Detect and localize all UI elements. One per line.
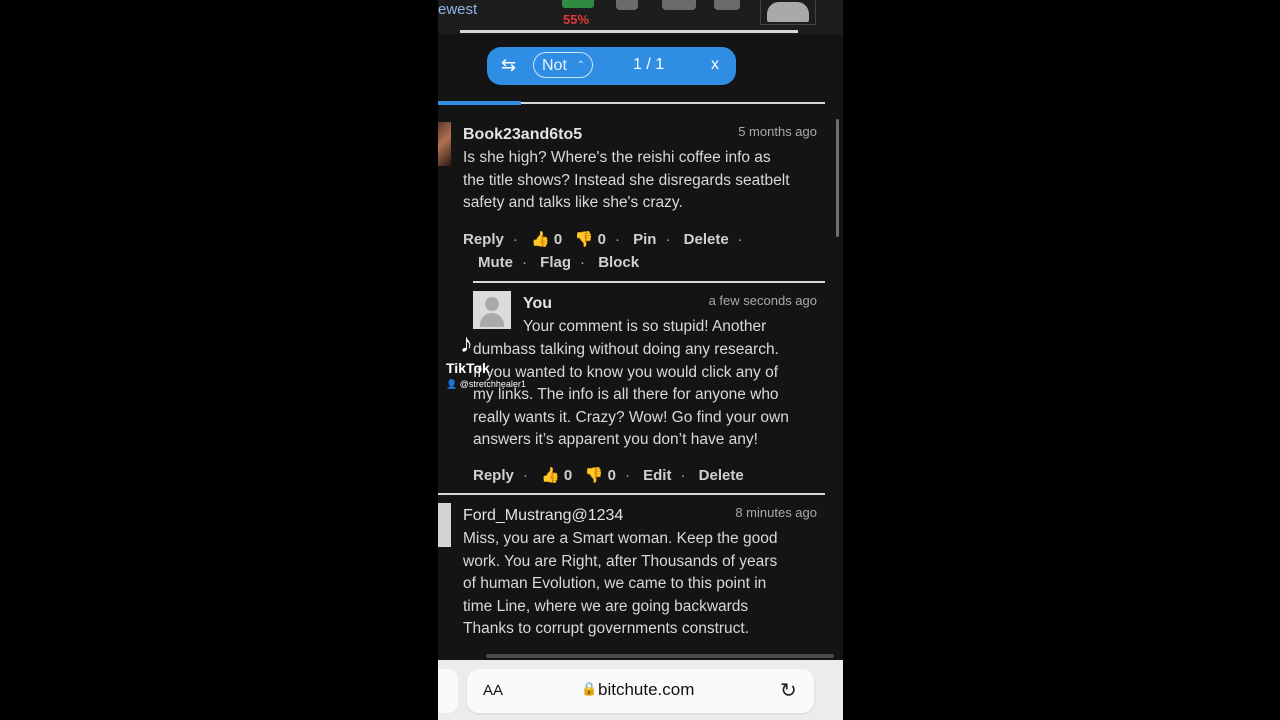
tab-active-indicator: [438, 101, 521, 105]
battery-icon: [562, 0, 594, 8]
phone-screen: 55% ewest ⇆ Not ⌃ 1 / 1 x Book23and6to5 …: [438, 0, 843, 720]
find-close-button[interactable]: x: [711, 56, 719, 74]
comment-author[interactable]: You: [523, 295, 552, 313]
comment-line: dumbass talking without doing any resear…: [473, 341, 779, 358]
bell-icon[interactable]: [714, 0, 740, 10]
avatar[interactable]: [473, 291, 511, 329]
user-icon: 👤: [446, 379, 458, 389]
tiktok-logo-icon: ♪: [460, 328, 473, 358]
comment-time: a few seconds ago: [708, 293, 817, 308]
like-button[interactable]: 👍 0: [531, 230, 562, 248]
tab-newest[interactable]: ewest: [438, 1, 477, 18]
dislike-button[interactable]: 👎 0: [585, 466, 616, 484]
mute-button[interactable]: Mute: [478, 254, 513, 271]
comment-text: Is she high? Where's the reishi coffee i…: [463, 147, 790, 215]
find-navigation-icon[interactable]: ⇆: [501, 55, 516, 76]
text-size-button[interactable]: AA: [483, 682, 503, 699]
comment-actions: Reply · 👍 0 👎 0 · Pin · Delete ·: [463, 230, 743, 248]
dislike-button[interactable]: 👎 0: [575, 230, 606, 248]
delete-button[interactable]: Delete: [699, 467, 744, 484]
scrollbar[interactable]: [836, 119, 839, 237]
comment-line: the title shows? Instead she disregards …: [463, 171, 790, 189]
find-search-field[interactable]: Not ⌃: [533, 52, 593, 78]
like-count: 0: [563, 467, 573, 484]
comment-author[interactable]: Ford_Mustrang@1234: [463, 507, 623, 525]
block-button[interactable]: Block: [598, 254, 639, 271]
lock-icon: 🔒: [581, 681, 598, 696]
avatar-head-icon: [485, 297, 499, 311]
avatar[interactable]: [438, 503, 451, 547]
comment-text: Miss, you are a Smart woman. Keep the go…: [463, 528, 777, 641]
comment-actions: Reply · 👍 0 👎 0 · Edit · Delete: [473, 466, 744, 484]
comment-line: Miss, you are a Smart woman. Keep the go…: [463, 530, 778, 547]
battery-percent: 55%: [563, 12, 590, 27]
pin-button[interactable]: Pin: [633, 231, 656, 248]
avatar-body-icon: [480, 313, 504, 327]
chevron-up-down-icon: ⌃: [576, 60, 585, 71]
find-in-page-bar: ⇆ Not ⌃ 1 / 1 x: [487, 47, 736, 85]
like-count: 0: [553, 231, 563, 248]
comment-line: really wants it. Crazy? Wow! Go find you…: [473, 408, 789, 426]
notification-icon[interactable]: [616, 0, 638, 10]
dislike-count: 0: [607, 467, 616, 484]
avatar[interactable]: [438, 122, 451, 166]
thumbs-up-icon: 👍: [541, 467, 560, 484]
reply-divider: [473, 281, 825, 283]
tiktok-username-text: @stretchhealer1: [459, 379, 526, 389]
thumbs-up-icon: 👍: [531, 231, 550, 248]
tiktok-username: 👤 @stretchhealer1: [446, 379, 526, 390]
dislike-count: 0: [597, 231, 606, 248]
find-match-count: 1 / 1: [633, 56, 665, 73]
reload-icon[interactable]: ↻: [780, 678, 797, 703]
divider: [460, 30, 798, 33]
edit-button[interactable]: Edit: [643, 467, 671, 484]
flag-button[interactable]: Flag: [540, 254, 571, 271]
comment-line: safety and talks like she's crazy.: [463, 194, 683, 212]
comment-divider: [438, 493, 825, 495]
upload-icon[interactable]: [662, 0, 696, 10]
delete-button[interactable]: Delete: [684, 231, 729, 248]
url-text[interactable]: bitchute.com: [598, 680, 694, 700]
comment-author[interactable]: Book23and6to5: [463, 126, 582, 144]
comment-line: of human Evolution, we came to this poin…: [463, 575, 767, 593]
browser-toolbar: AA 🔒 bitchute.com ↻: [438, 660, 843, 720]
comment-line: Is she high? Where's the reishi coffee i…: [463, 149, 771, 166]
like-button[interactable]: 👍 0: [541, 466, 572, 484]
find-search-term: Not: [542, 57, 567, 74]
reply-button[interactable]: Reply: [473, 467, 514, 484]
comment-text: Your comment is so stupid! Another: [523, 316, 766, 339]
profile-avatar-icon: [767, 2, 809, 22]
comment-line: Your comment is so stupid! Another: [523, 318, 767, 335]
sheet-drag-handle[interactable]: [486, 654, 834, 658]
comment-time: 5 months ago: [738, 124, 817, 139]
thumbs-down-icon: 👎: [584, 467, 604, 484]
tiktok-brand: TikTok: [446, 360, 490, 376]
profile-button[interactable]: [760, 0, 816, 25]
comment-line: work. You are Right, after Thousands of …: [463, 552, 778, 570]
reply-button[interactable]: Reply: [463, 231, 504, 248]
comment-time: 8 minutes ago: [735, 505, 817, 520]
comment-actions-row2: Mute · Flag · Block: [478, 254, 640, 271]
previous-tab-pill[interactable]: [438, 669, 458, 713]
address-bar[interactable]: AA 🔒 bitchute.com ↻: [467, 669, 814, 713]
comment-line: Thanks to corrupt governments construct.: [463, 620, 750, 638]
thumbs-down-icon: 👎: [574, 231, 594, 248]
comment-line: time Line, where we are going backwards: [463, 597, 749, 615]
comment-line: answers it’s apparent you don’t have any…: [473, 431, 758, 449]
comment-text-continued: dumbass talking without doing any resear…: [473, 339, 789, 452]
